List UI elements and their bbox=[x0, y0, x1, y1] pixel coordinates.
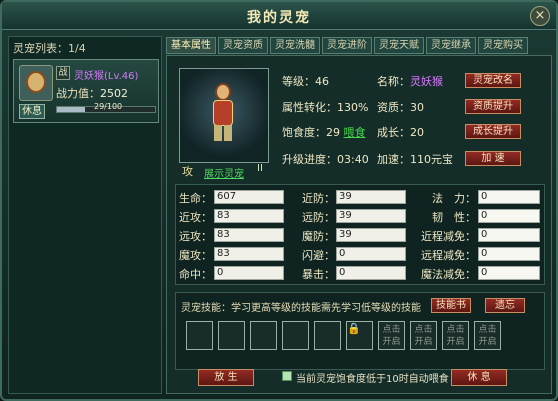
ranged-defense-value: 39 bbox=[336, 209, 406, 223]
aptitude-stat: 资质：30 bbox=[377, 101, 424, 114]
pet-power: 战力值：2502 bbox=[56, 85, 128, 101]
pet-progress-text: 29/100 bbox=[94, 102, 123, 111]
skill-slot-4[interactable] bbox=[282, 321, 309, 350]
melee-reduction-label: 近程减免： bbox=[421, 230, 476, 243]
window-titlebar: 我的灵宠 × bbox=[2, 2, 556, 30]
critical-label: 暴击： bbox=[302, 268, 335, 281]
tab-pet-advance[interactable]: 灵宠进阶 bbox=[322, 37, 372, 54]
tab-pet-purchase[interactable]: 灵宠购买 bbox=[478, 37, 528, 54]
auto-feed-checkbox[interactable] bbox=[282, 371, 292, 381]
ranged-reduction-value: 0 bbox=[478, 247, 540, 261]
release-button[interactable]: 放 生 bbox=[198, 369, 254, 386]
dodge-value: 0 bbox=[336, 247, 406, 261]
toughness-label: 韧 性： bbox=[432, 211, 476, 224]
skill-book-button[interactable]: 技能书 bbox=[431, 298, 471, 313]
mana-label: 法 力： bbox=[432, 192, 476, 205]
locked-skill-slot-1[interactable]: 点击开启 bbox=[378, 321, 405, 350]
dodge-label: 闪避： bbox=[302, 249, 335, 262]
melee-defense-value: 39 bbox=[336, 190, 406, 204]
forget-skill-button[interactable]: 遗忘 bbox=[485, 298, 525, 313]
locked-skill-slot-4[interactable]: 点击开启 bbox=[474, 321, 501, 350]
skill-slot-6[interactable]: 🔒 bbox=[346, 321, 373, 350]
toughness-value: 0 bbox=[478, 209, 540, 223]
ranged-reduction-label: 远程减免： bbox=[421, 249, 476, 262]
feed-link[interactable]: 喂食 bbox=[344, 126, 366, 139]
growth-stat: 成长：20 bbox=[377, 126, 424, 139]
accelerate-cost-stat: 加速：110元宝 bbox=[377, 153, 453, 166]
pet-portrait: 攻 II bbox=[179, 68, 269, 178]
accelerate-button[interactable]: 加 速 bbox=[465, 151, 521, 166]
pet-list-panel: 灵宠列表：1/4 战 灵妖猴(Lv.46) 战力值：2502 休息 29/100 bbox=[8, 36, 162, 394]
satiety-stat: 饱食度：29 喂食 bbox=[282, 126, 366, 139]
critical-value: 0 bbox=[336, 266, 406, 280]
pet-window: 我的灵宠 × 灵宠列表：1/4 战 灵妖猴(Lv.46) 战力值：2502 休息… bbox=[0, 0, 558, 401]
attack-icon: 攻 bbox=[182, 165, 193, 178]
rest-button-bottom[interactable]: 休 息 bbox=[451, 369, 507, 386]
magic-reduction-label: 魔法减免： bbox=[421, 268, 476, 281]
upgrade-progress-stat: 升级进度：03:40 bbox=[282, 153, 369, 166]
attribute-grid: 生命： 607 近攻： 83 远攻： 83 魔攻： 83 命中： 0 近防： 39 远防： 3… bbox=[175, 184, 545, 285]
melee-defense-label: 近防： bbox=[302, 192, 335, 205]
tab-pet-wash[interactable]: 灵宠洗髓 bbox=[270, 37, 320, 54]
power-value: 2502 bbox=[100, 87, 128, 100]
magic-reduction-value: 0 bbox=[478, 266, 540, 280]
rest-button[interactable]: 休息 bbox=[19, 104, 45, 119]
skills-title: 灵宠技能：学习更高等级的技能需先学习低等级的技能 bbox=[181, 303, 421, 314]
growth-upgrade-button[interactable]: 成长提升 bbox=[465, 124, 521, 139]
skill-slot-3[interactable] bbox=[250, 321, 277, 350]
pet-progress-fill bbox=[57, 107, 86, 112]
ranged-attack-label: 远攻： bbox=[179, 230, 212, 243]
monkey-pet-figure bbox=[205, 83, 241, 143]
ranged-defense-label: 远防： bbox=[302, 211, 335, 224]
pet-avatar bbox=[19, 65, 53, 101]
attribute-conversion-stat: 属性转化：130% bbox=[282, 101, 369, 114]
hp-label: 生命： bbox=[179, 192, 212, 205]
monkey-face-icon bbox=[26, 71, 46, 93]
level-stat: 等级：46 bbox=[282, 75, 329, 88]
pet-list-title: 灵宠列表：1/4 bbox=[13, 42, 86, 55]
rename-button[interactable]: 灵宠改名 bbox=[465, 73, 521, 88]
skill-slot-2[interactable] bbox=[218, 321, 245, 350]
lock-icon: 🔒 bbox=[347, 322, 361, 335]
mana-value: 0 bbox=[478, 190, 540, 204]
tab-pet-talent[interactable]: 灵宠天赋 bbox=[374, 37, 424, 54]
aptitude-upgrade-button[interactable]: 资质提升 bbox=[465, 99, 521, 114]
name-stat: 名称：灵妖猴 bbox=[377, 75, 443, 88]
skill-slot-1[interactable] bbox=[186, 321, 213, 350]
show-pet-link[interactable]: 展示灵宠 bbox=[204, 165, 244, 180]
power-label: 战力值： bbox=[56, 87, 100, 100]
magic-defense-value: 39 bbox=[336, 228, 406, 242]
hp-value: 607 bbox=[214, 190, 284, 204]
hit-value: 0 bbox=[214, 266, 284, 280]
ranged-attack-value: 83 bbox=[214, 228, 284, 242]
close-icon[interactable]: × bbox=[530, 6, 550, 26]
grade-icon: II bbox=[257, 163, 263, 174]
basic-attributes-panel: 攻 II 展示灵宠 等级：46 名称：灵妖猴 灵宠改名 属性转化：130% 资质… bbox=[166, 55, 552, 394]
hit-label: 命中： bbox=[179, 268, 212, 281]
battle-tag: 战 bbox=[56, 66, 70, 80]
magic-defense-label: 魔防： bbox=[302, 230, 335, 243]
pet-tabs: 基本属性 灵宠资质 灵宠洗髓 灵宠进阶 灵宠天赋 灵宠继承 灵宠购买 bbox=[166, 37, 528, 54]
locked-skill-slot-3[interactable]: 点击开启 bbox=[442, 321, 469, 350]
melee-reduction-value: 0 bbox=[478, 228, 540, 242]
pet-skills-panel: 灵宠技能：学习更高等级的技能需先学习低等级的技能 技能书 遗忘 🔒 点击开启 点… bbox=[175, 292, 545, 370]
locked-skill-slot-2[interactable]: 点击开启 bbox=[410, 321, 437, 350]
tab-pet-inheritance[interactable]: 灵宠继承 bbox=[426, 37, 476, 54]
melee-attack-value: 83 bbox=[214, 209, 284, 223]
auto-feed-label: 当前灵宠饱食度低于10时自动喂食 bbox=[296, 374, 449, 385]
skill-slot-5[interactable] bbox=[314, 321, 341, 350]
melee-attack-label: 近攻： bbox=[179, 211, 212, 224]
magic-attack-value: 83 bbox=[214, 247, 284, 261]
magic-attack-label: 魔攻： bbox=[179, 249, 212, 262]
pet-stats: 等级：46 名称：灵妖猴 灵宠改名 属性转化：130% 资质：30 资质提升 饱… bbox=[282, 71, 552, 176]
tab-basic-attributes[interactable]: 基本属性 bbox=[166, 37, 216, 54]
pet-name-level: 灵妖猴(Lv.46) bbox=[74, 71, 139, 82]
tab-pet-aptitude[interactable]: 灵宠资质 bbox=[218, 37, 268, 54]
selected-pet-card[interactable]: 战 灵妖猴(Lv.46) 战力值：2502 休息 29/100 bbox=[13, 59, 159, 123]
window-title: 我的灵宠 bbox=[247, 10, 311, 26]
